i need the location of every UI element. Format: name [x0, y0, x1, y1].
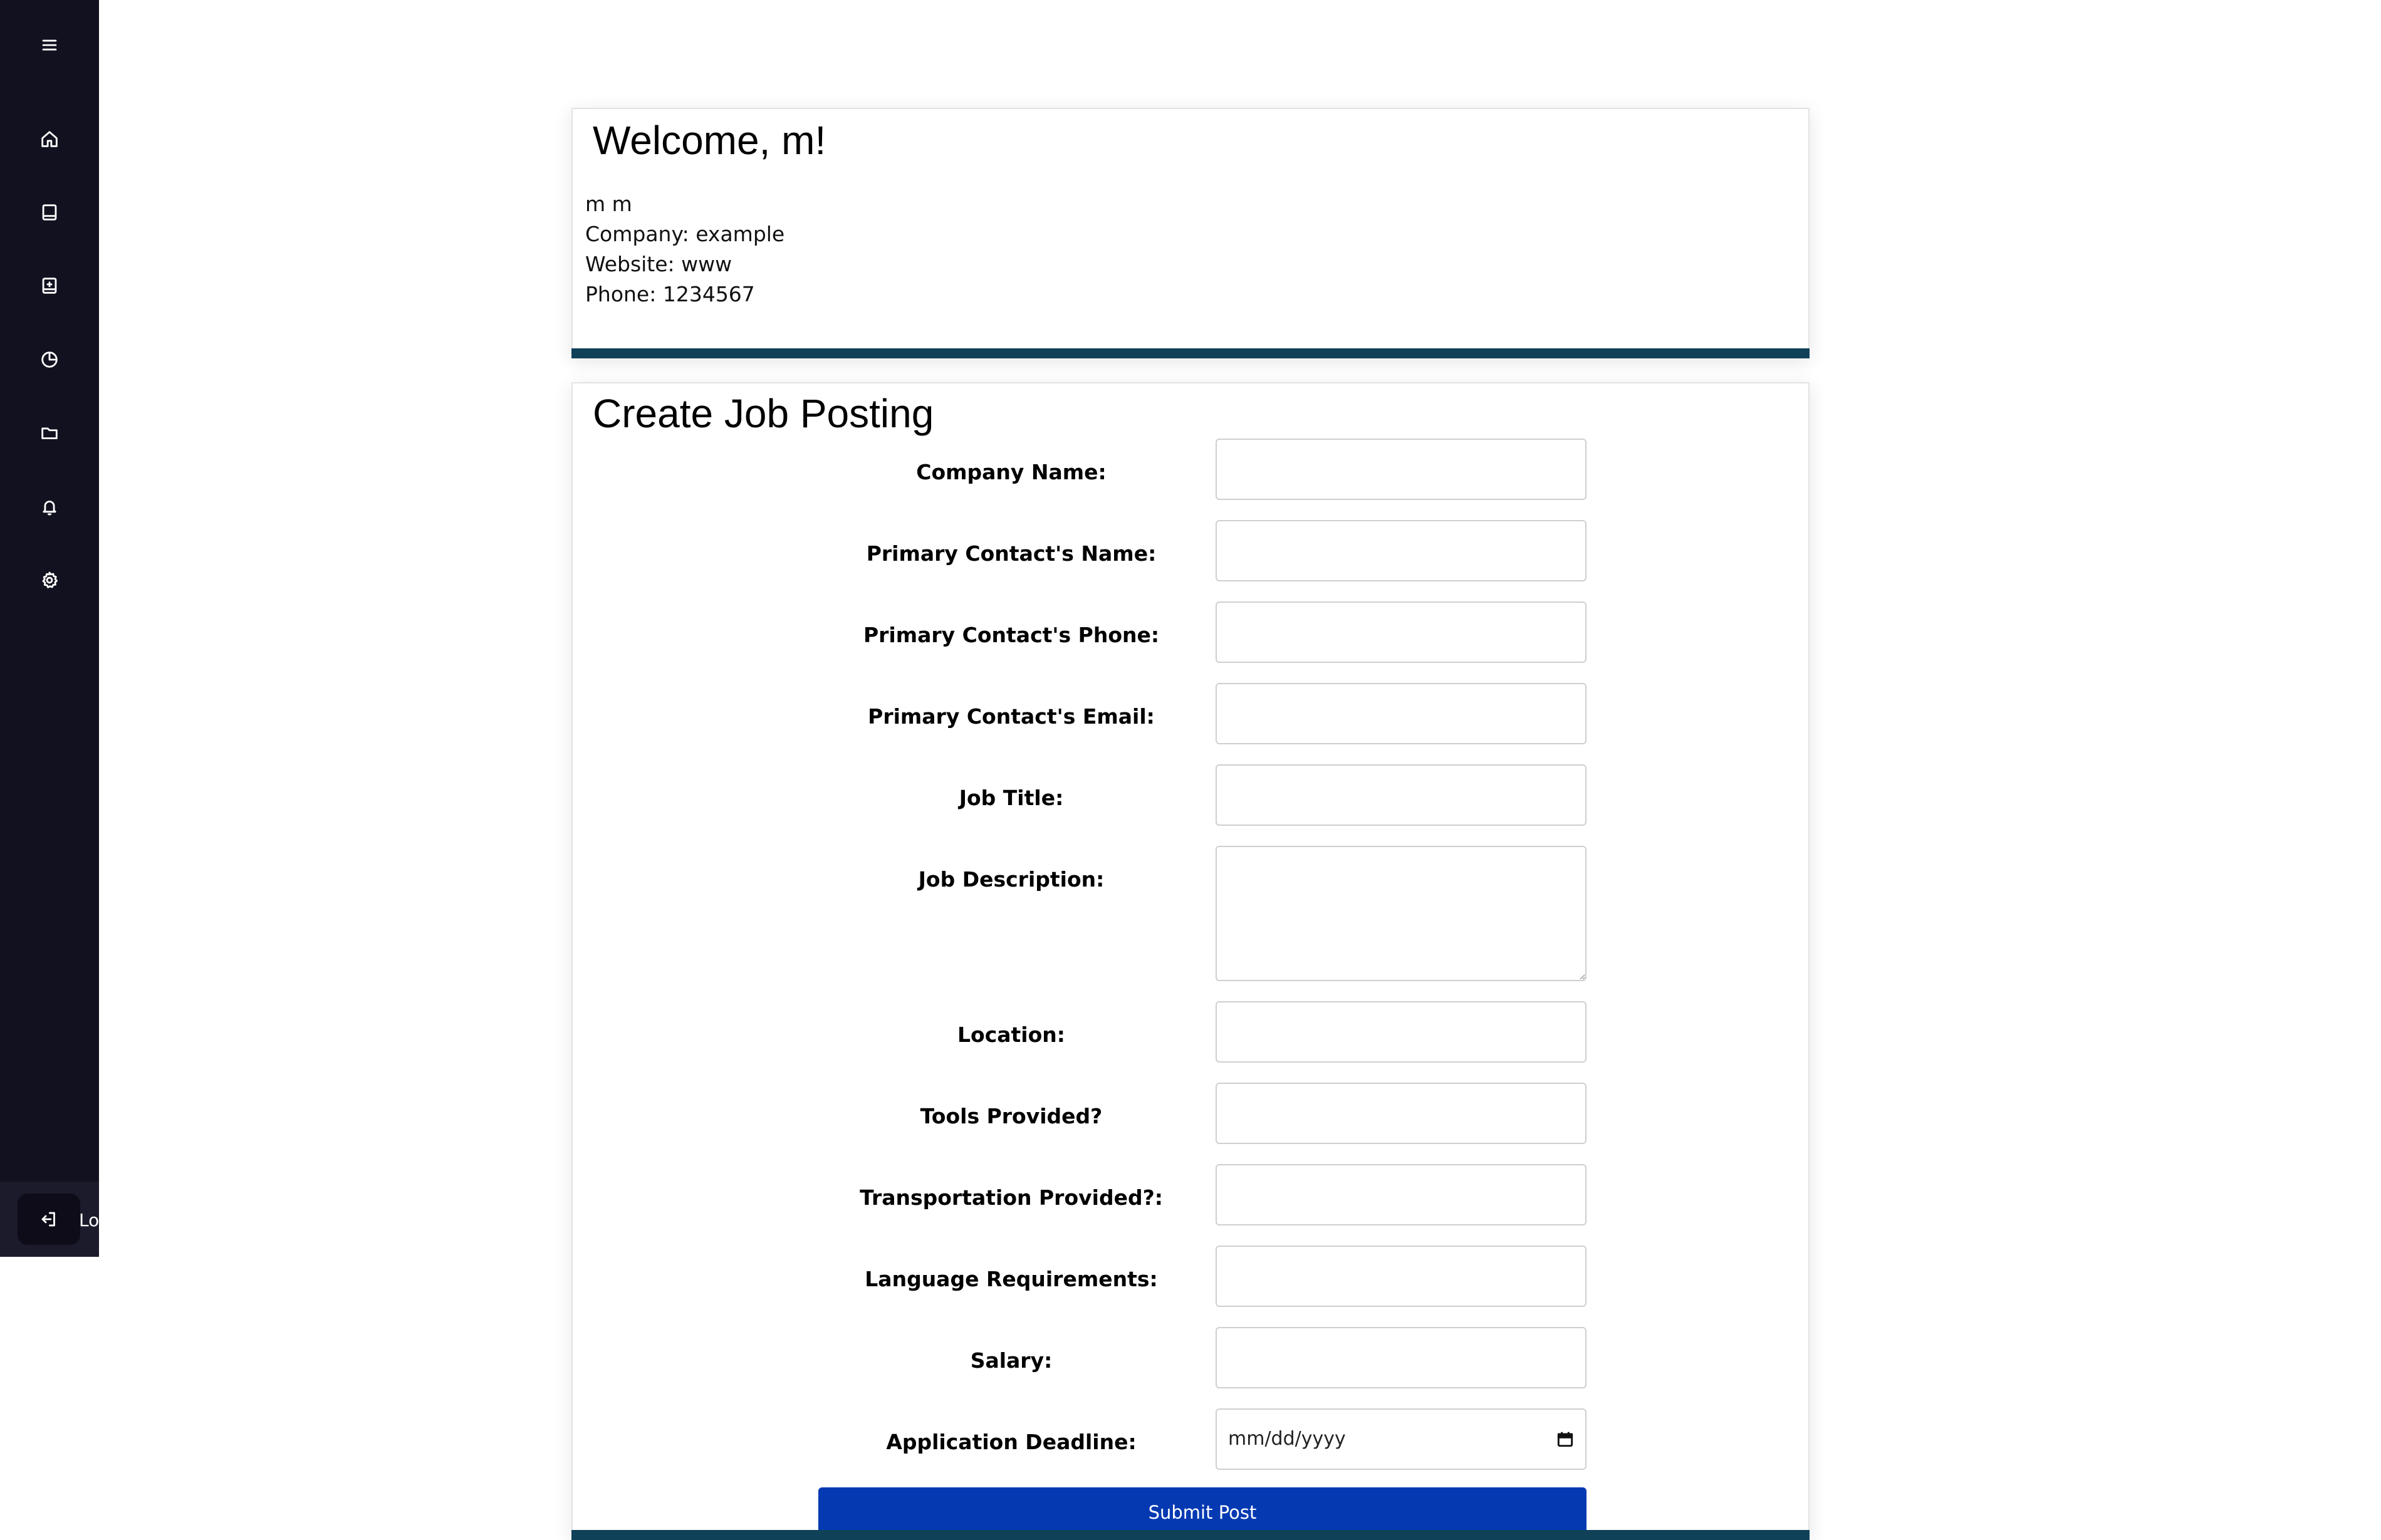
transportation-input[interactable]	[1216, 1164, 1586, 1225]
menu-icon[interactable]	[34, 29, 65, 61]
location-input[interactable]	[1216, 1001, 1586, 1063]
job-description-label: Job Description:	[918, 867, 1105, 892]
contact-name-label: Primary Contact's Name:	[866, 541, 1157, 566]
welcome-card: Welcome, m! m m Company: example Website…	[571, 108, 1810, 358]
transportation-label: Transportation Provided?:	[860, 1185, 1163, 1210]
profile-name: m m	[585, 192, 632, 216]
tools-provided-input[interactable]	[1216, 1083, 1586, 1144]
folder-icon[interactable]	[34, 417, 65, 449]
logout-button[interactable]	[18, 1194, 80, 1245]
company-name-input[interactable]	[1216, 439, 1586, 500]
job-description-textarea[interactable]	[1216, 846, 1586, 981]
sidebar: Logout	[0, 0, 99, 1257]
profile-company: Company: example	[585, 222, 785, 246]
profile-info: m m Company: example Website: www Phone:…	[585, 189, 784, 310]
bell-icon[interactable]	[34, 491, 65, 523]
job-title-label: Job Title:	[959, 786, 1064, 810]
add-post-icon[interactable]	[34, 270, 65, 301]
deadline-placeholder: mm/dd/yyyy	[1228, 1428, 1346, 1450]
job-posting-card: Create Job Posting Company Name: Primary…	[571, 382, 1810, 1540]
calendar-icon[interactable]	[1555, 1429, 1575, 1449]
contact-email-input[interactable]	[1216, 683, 1586, 744]
contact-phone-input[interactable]	[1216, 601, 1586, 663]
job-title-input[interactable]	[1216, 764, 1586, 826]
chart-icon[interactable]	[34, 344, 65, 375]
form-title: Create Job Posting	[593, 391, 934, 436]
card-accent-bar	[571, 348, 1810, 358]
language-label: Language Requirements:	[865, 1267, 1158, 1291]
contact-email-label: Primary Contact's Email:	[868, 704, 1155, 729]
salary-input[interactable]	[1216, 1327, 1586, 1388]
language-input[interactable]	[1216, 1246, 1586, 1307]
logout-icon	[41, 1212, 55, 1227]
location-label: Location:	[957, 1022, 1065, 1047]
deadline-date-input[interactable]: mm/dd/yyyy	[1216, 1408, 1586, 1470]
logout-label[interactable]: Logout	[79, 1208, 99, 1233]
contact-phone-label: Primary Contact's Phone:	[863, 623, 1160, 647]
gear-icon[interactable]	[34, 564, 65, 596]
profile-phone: Phone: 1234567	[585, 282, 755, 306]
tools-provided-label: Tools Provided?	[920, 1104, 1103, 1128]
book-icon[interactable]	[34, 197, 65, 228]
welcome-title: Welcome, m!	[593, 118, 826, 163]
deadline-label: Application Deadline:	[886, 1430, 1137, 1454]
home-icon[interactable]	[34, 123, 65, 155]
card-accent-bar	[571, 1530, 1810, 1540]
company-name-label: Company Name:	[916, 460, 1107, 484]
profile-website: Website: www	[585, 252, 732, 276]
salary-label: Salary:	[970, 1348, 1053, 1373]
contact-name-input[interactable]	[1216, 520, 1586, 581]
